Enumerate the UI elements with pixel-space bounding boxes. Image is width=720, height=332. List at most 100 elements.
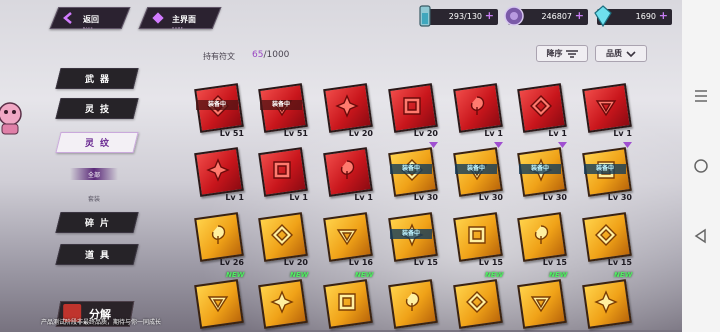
new-badge: NEW xyxy=(290,271,309,279)
chevron-down-icon xyxy=(626,50,636,57)
sort-lines-icon xyxy=(565,49,578,58)
rune-glyph-icon xyxy=(206,158,230,182)
rune-slot[interactable]: Lv 20 xyxy=(252,212,308,269)
subtab-all-label: 全部 xyxy=(87,171,100,179)
rune-slot[interactable]: NEW xyxy=(317,271,373,332)
subtab-sets[interactable]: 套装 xyxy=(70,192,118,204)
new-badge: NEW xyxy=(485,271,504,279)
rune-glyph-icon xyxy=(270,290,294,314)
sort-order-button[interactable]: 降序 xyxy=(536,45,588,62)
home-circle-icon[interactable] xyxy=(693,158,709,174)
rune-glyph-icon xyxy=(534,225,549,244)
rune-slot[interactable]: NEW xyxy=(188,271,244,332)
rune-slot[interactable]: Lv 15 xyxy=(447,212,503,269)
tab-runes[interactable]: 灵纹 xyxy=(55,132,139,153)
gold-add-button[interactable]: + xyxy=(575,10,584,22)
rune-slot[interactable]: 装备中 Lv 15 xyxy=(382,212,438,269)
home-button[interactable]: 主界面 HOME xyxy=(138,7,222,30)
rune-slot[interactable]: 装备中 Lv 51 xyxy=(252,83,308,140)
rune-glyph-icon xyxy=(530,95,552,117)
game-screen: 返回 BACK 主界面 HOME 293/130 + 246807 + 1690… xyxy=(0,0,682,332)
owned-current: 65 xyxy=(252,50,264,60)
rune-slot[interactable]: NEW xyxy=(511,271,567,332)
rune-glyph-icon xyxy=(336,229,358,246)
rune-slot[interactable]: 装备中 Lv 30 xyxy=(382,142,438,204)
rune-slot[interactable]: Lv 1 xyxy=(447,83,503,140)
rune-glyph-icon xyxy=(595,100,617,117)
rune-slot[interactable]: Lv 26 xyxy=(188,212,244,269)
rune-slot[interactable]: Lv 1 xyxy=(317,147,373,204)
rune-glyph-icon xyxy=(594,290,618,314)
rune-slot[interactable]: 装备中 Lv 51 xyxy=(188,83,244,140)
sort-order-label: 降序 xyxy=(546,49,563,58)
gems-add-button[interactable]: + xyxy=(659,10,668,22)
rune-glyph-icon xyxy=(338,293,356,311)
stamina-bar: 293/130 + xyxy=(419,5,498,27)
subtab-sets-label: 套装 xyxy=(87,195,100,203)
rune-glyph-icon xyxy=(595,224,617,246)
crystal-icon xyxy=(594,5,612,28)
mascot-icon xyxy=(0,102,22,135)
upgrade-arrow-icon xyxy=(494,142,503,148)
rune-slot[interactable]: NEW xyxy=(576,271,632,332)
rune-level: Lv 15 xyxy=(413,258,438,267)
quality-filter-label: 品质 xyxy=(606,49,622,58)
tab-items[interactable]: 道具 xyxy=(55,244,139,265)
rune-level: Lv 16 xyxy=(348,258,373,267)
rune-glyph-icon xyxy=(530,296,552,313)
rune-slot[interactable]: Lv 20 xyxy=(317,83,373,140)
back-arrow-icon xyxy=(63,12,72,24)
rune-slot[interactable]: Lv 15 xyxy=(576,212,632,269)
gems-value: 1690 xyxy=(635,12,656,21)
back-button[interactable]: 返回 BACK xyxy=(49,7,131,30)
rune-level: Lv 1 xyxy=(354,193,373,202)
rune-slot[interactable]: Lv 1 xyxy=(188,147,244,204)
system-nav-bar xyxy=(682,0,720,332)
rune-glyph-icon xyxy=(470,96,485,115)
rune-glyph-icon xyxy=(340,160,355,179)
rune-slot[interactable]: NEW xyxy=(252,271,308,332)
tab-runes-label: 灵纹 xyxy=(84,139,115,149)
stamina-add-button[interactable]: + xyxy=(485,10,494,22)
subtab-all[interactable]: 全部 xyxy=(70,168,118,180)
back-sublabel: BACK xyxy=(83,25,94,30)
rune-slot[interactable]: Lv 1 xyxy=(252,147,308,204)
rune-level: Lv 51 xyxy=(283,129,308,138)
rune-level: Lv 15 xyxy=(607,258,632,267)
rune-slot[interactable]: Lv 1 xyxy=(511,83,567,140)
gold-bar: 246807 + xyxy=(504,6,588,26)
rune-slot[interactable]: 装备中 Lv 30 xyxy=(447,142,503,204)
tab-weapons[interactable]: 武器 xyxy=(55,68,139,89)
upgrade-arrow-icon xyxy=(429,142,438,148)
rune-level: Lv 20 xyxy=(348,129,373,138)
footer-note: 产品测试阶段非最终品质，期待与你一同成长 xyxy=(41,319,162,326)
owned-runes-count: 65/1000 xyxy=(252,50,289,60)
rune-glyph-icon xyxy=(466,291,488,313)
new-badge: NEW xyxy=(355,271,374,279)
rune-slot[interactable]: Lv 1 xyxy=(576,83,632,140)
quality-filter-button[interactable]: 品质 xyxy=(595,45,647,62)
battery-icon xyxy=(419,5,431,27)
rune-level: Lv 1 xyxy=(225,193,244,202)
rune-slot[interactable]: Lv 15 xyxy=(511,212,567,269)
rune-level: Lv 30 xyxy=(413,193,438,202)
tab-skills[interactable]: 灵技 xyxy=(55,98,139,119)
rune-slot[interactable] xyxy=(382,279,438,332)
rune-slot[interactable]: NEW xyxy=(447,271,503,332)
new-badge: NEW xyxy=(614,271,633,279)
back-triangle-icon[interactable] xyxy=(693,228,709,244)
menu-icon[interactable] xyxy=(693,88,709,104)
rune-glyph-icon xyxy=(271,224,293,246)
owned-runes-label: 持有符文 xyxy=(203,52,235,61)
rune-glyph-icon xyxy=(403,97,421,115)
gold-value: 246807 xyxy=(541,12,572,21)
rune-slot[interactable]: 装备中 Lv 30 xyxy=(576,142,632,204)
tab-fragments[interactable]: 碎片 xyxy=(55,212,139,233)
rune-level: Lv 1 xyxy=(613,129,632,138)
rune-slot[interactable]: Lv 16 xyxy=(317,212,373,269)
new-badge: NEW xyxy=(549,271,568,279)
rune-level: Lv 51 xyxy=(219,129,244,138)
rune-slot[interactable]: 装备中 Lv 30 xyxy=(511,142,567,204)
rune-glyph-icon xyxy=(211,225,226,244)
rune-slot[interactable]: Lv 20 xyxy=(382,83,438,140)
